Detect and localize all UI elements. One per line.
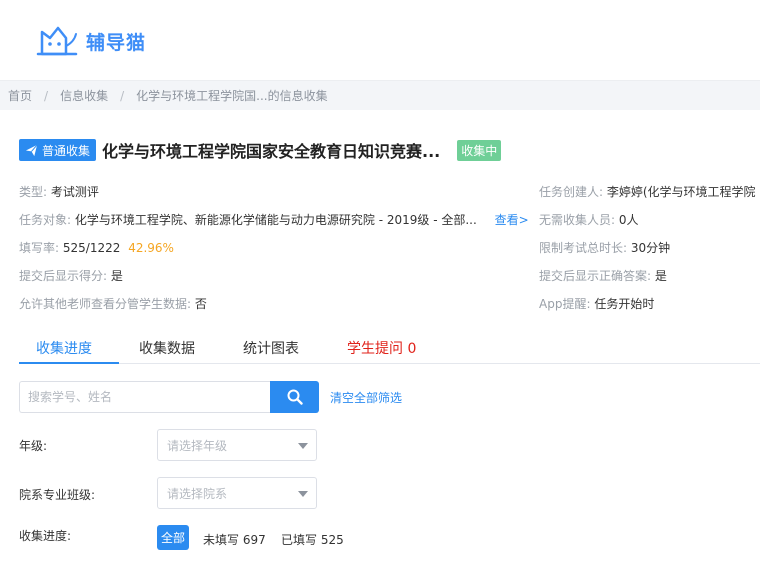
grade-label: 年级: bbox=[19, 439, 48, 453]
search-input[interactable] bbox=[19, 381, 270, 413]
task-title-row: 普通收集 化学与环境工程学院国家安全教育日知识竞赛... 收集中 bbox=[19, 138, 502, 162]
info-fill-rate: 填写率: 525/1222 42.96% bbox=[19, 239, 174, 256]
info-exempt: 无需收集人员: 0人 bbox=[539, 211, 639, 228]
info-category: 类型: 考试测评 bbox=[19, 183, 99, 200]
info-value: 30分钟 bbox=[630, 241, 671, 255]
info-label: 限制考试总时长: bbox=[539, 241, 628, 255]
info-label: 无需收集人员: bbox=[539, 213, 616, 227]
info-show-answer: 提交后显示正确答案: 是 bbox=[539, 267, 667, 284]
status-badge: 收集中 bbox=[457, 139, 502, 161]
info-show-score: 提交后显示得分: 是 bbox=[19, 267, 123, 284]
info-label: 类型: bbox=[19, 185, 48, 199]
progress-label: 收集进度: bbox=[19, 529, 72, 543]
tab-bar: 收集进度 收集数据 统计图表 学生提问 0 bbox=[19, 327, 760, 364]
task-type-label: 普通收集 bbox=[42, 143, 91, 158]
info-value: 化学与环境工程学院、新能源化学储能与动力电源研究院 - 2019级 - 全部..… bbox=[74, 213, 477, 227]
info-creator: 任务创建人: 李婷婷(化学与环境工程学院 bbox=[539, 183, 756, 200]
info-value: 任务开始时 bbox=[594, 297, 655, 311]
send-icon bbox=[25, 144, 38, 156]
dept-label: 院系专业班级: bbox=[19, 488, 96, 502]
grade-select-placeholder: 请选择年级 bbox=[167, 438, 228, 453]
info-label: 允许其他老师查看分管学生数据: bbox=[19, 297, 192, 311]
info-value: 0人 bbox=[618, 213, 639, 227]
info-value: 李婷婷(化学与环境工程学院 bbox=[606, 185, 756, 199]
tab-collect-progress[interactable]: 收集进度 bbox=[36, 338, 92, 358]
info-label: 提交后显示得分: bbox=[19, 269, 108, 283]
top-bar: 辅导猫 bbox=[0, 0, 760, 81]
breadcrumb-separator: / bbox=[120, 88, 125, 103]
breadcrumb: 首页 / 信息收集 / 化学与环境工程学院国...的信息收集 bbox=[0, 81, 760, 110]
info-value: 525/1222 bbox=[62, 241, 121, 255]
fill-percentage: 42.96% bbox=[128, 241, 174, 255]
tab-collect-data[interactable]: 收集数据 bbox=[139, 338, 195, 358]
breadcrumb-home[interactable]: 首页 bbox=[8, 87, 32, 104]
view-target-link[interactable]: 查看> bbox=[495, 213, 529, 227]
progress-filter-unfilled[interactable]: 未填写 697 bbox=[203, 531, 266, 548]
clear-filters-link[interactable]: 清空全部筛选 bbox=[330, 389, 402, 406]
info-value: 是 bbox=[654, 269, 667, 283]
tab-student-questions[interactable]: 学生提问 0 bbox=[347, 338, 416, 358]
cat-logo-icon bbox=[36, 26, 78, 56]
brand-name: 辅导猫 bbox=[86, 31, 147, 54]
info-label: 提交后显示正确答案: bbox=[539, 269, 652, 283]
info-label: 任务创建人: bbox=[539, 185, 604, 199]
info-label: App提醒: bbox=[539, 297, 591, 311]
caret-down-icon bbox=[298, 443, 308, 449]
info-label: 填写率: bbox=[19, 241, 60, 255]
search-button[interactable] bbox=[270, 381, 319, 413]
grade-select[interactable]: 请选择年级 bbox=[157, 429, 317, 461]
active-tab-indicator bbox=[19, 362, 119, 364]
info-target: 任务对象: 化学与环境工程学院、新能源化学储能与动力电源研究院 - 2019级 … bbox=[19, 211, 529, 228]
breadcrumb-separator: / bbox=[44, 88, 49, 103]
task-type-tag: 普通收集 bbox=[19, 139, 97, 161]
dept-select[interactable]: 请选择院系 bbox=[157, 477, 317, 509]
info-app-reminder: App提醒: 任务开始时 bbox=[539, 295, 654, 312]
caret-down-icon bbox=[298, 491, 308, 497]
breadcrumb-current: 化学与环境工程学院国...的信息收集 bbox=[136, 89, 328, 103]
info-value: 是 bbox=[110, 269, 123, 283]
info-others-view: 允许其他老师查看分管学生数据: 否 bbox=[19, 295, 207, 312]
info-value: 考试测评 bbox=[50, 185, 99, 199]
logo[interactable]: 辅导猫 bbox=[36, 24, 146, 58]
tab-statistics-chart[interactable]: 统计图表 bbox=[243, 338, 299, 358]
progress-filter-all[interactable]: 全部 bbox=[157, 525, 189, 550]
breadcrumb-info-collect[interactable]: 信息收集 bbox=[60, 87, 108, 104]
info-value: 否 bbox=[194, 297, 207, 311]
info-label: 任务对象: bbox=[19, 213, 72, 227]
dept-select-placeholder: 请选择院系 bbox=[167, 486, 228, 501]
progress-filter-filled[interactable]: 已填写 525 bbox=[281, 531, 344, 548]
info-time-limit: 限制考试总时长: 30分钟 bbox=[539, 239, 670, 256]
search-bar bbox=[19, 381, 319, 413]
page-title: 化学与环境工程学院国家安全教育日知识竞赛... bbox=[102, 142, 441, 161]
search-icon bbox=[287, 389, 303, 405]
